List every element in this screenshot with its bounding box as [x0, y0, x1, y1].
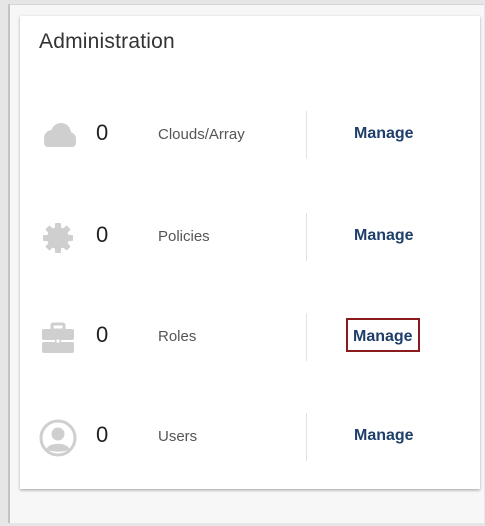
users-count: 0	[96, 422, 109, 447]
roles-count: 0	[96, 322, 109, 347]
roles-label: Roles	[158, 328, 197, 345]
policies-label: Policies	[158, 228, 210, 245]
row-users: 0 Users Manage	[20, 408, 480, 468]
row-policies: 0 Policies Manage	[20, 208, 480, 268]
clouds-count: 0	[96, 120, 109, 145]
row-divider	[306, 111, 307, 159]
gear-icon	[38, 218, 78, 258]
clouds-label: Clouds/Array	[158, 126, 245, 143]
policies-count: 0	[96, 222, 109, 247]
users-label: Users	[158, 428, 198, 445]
row-divider	[306, 313, 307, 361]
row-divider	[306, 413, 307, 461]
card-title: Administration	[39, 30, 175, 53]
cloud-icon	[38, 116, 78, 156]
row-roles: 0 Roles Manage	[20, 308, 480, 368]
row-divider	[306, 213, 307, 261]
administration-card: Administration 0 Clouds/Array Manage 0 P…	[20, 16, 480, 489]
manage-clouds-link[interactable]: Manage	[354, 125, 414, 143]
row-clouds: 0 Clouds/Array Manage	[20, 106, 480, 166]
manage-policies-link[interactable]: Manage	[354, 227, 414, 245]
manage-roles-link[interactable]: Manage	[346, 318, 420, 352]
user-icon	[38, 418, 78, 458]
briefcase-icon	[38, 318, 78, 358]
manage-users-link[interactable]: Manage	[354, 427, 414, 445]
